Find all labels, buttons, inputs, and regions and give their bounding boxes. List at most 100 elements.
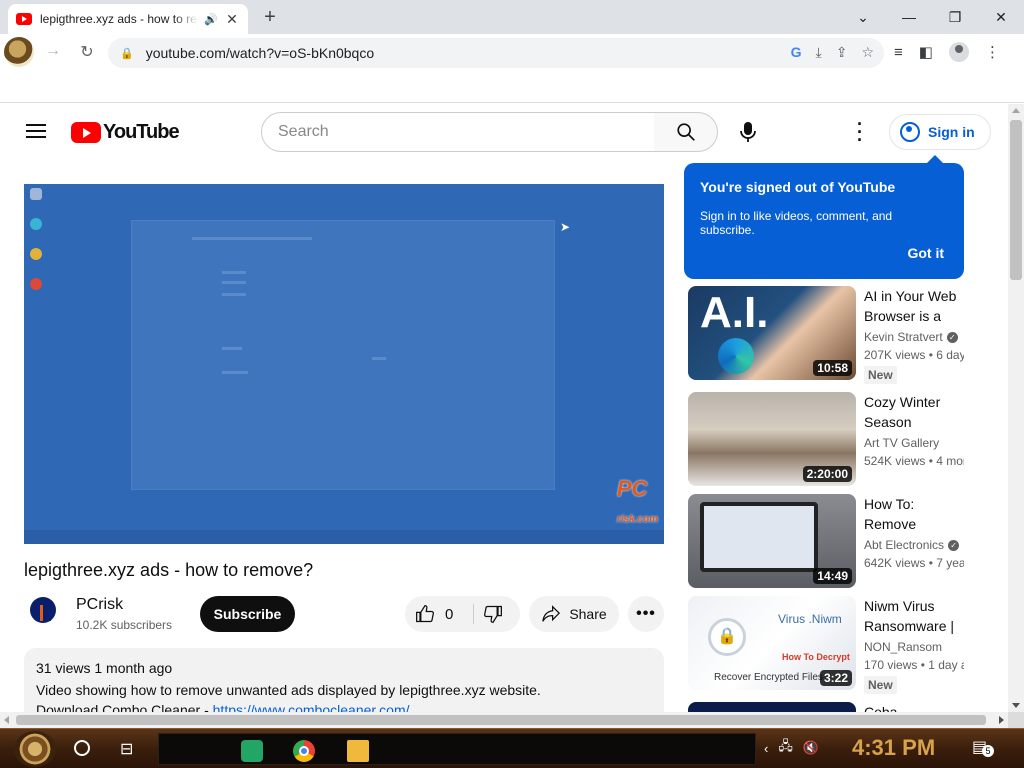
rec-info: Niwm Virus Ransomware | Decrypt NON_Rans… xyxy=(864,596,964,694)
new-tab-button[interactable]: + xyxy=(258,6,282,29)
tab-title: lepigthree.xyz ads - how to remove? xyxy=(40,12,198,26)
reload-icon[interactable]: ↻ xyxy=(76,42,98,62)
rec-title[interactable]: Coba xyxy=(864,702,964,712)
restore-button[interactable]: ❐ xyxy=(932,0,978,34)
rec-title[interactable]: AI in Your Web Browser is a Game Changer xyxy=(864,286,964,326)
recommendation-item[interactable]: A.I. 10:58 AI in Your Web Browser is a G… xyxy=(688,286,988,384)
menu-icon[interactable]: ⋮ xyxy=(985,43,1000,61)
cortana-icon[interactable] xyxy=(74,740,90,756)
sheets-app-icon[interactable] xyxy=(241,740,263,762)
audio-playing-icon[interactable]: 🔊 xyxy=(204,13,218,26)
horizontal-scroll-thumb[interactable] xyxy=(16,715,986,725)
media-queue-icon[interactable]: ≡ xyxy=(894,44,903,61)
taskbar-clock[interactable]: 4:31 PM xyxy=(852,735,935,761)
hamburger-menu-icon[interactable] xyxy=(26,124,46,138)
microphone-icon xyxy=(740,122,756,142)
windows-taskbar: ⊟ ‹ 🖧 🔇 4:31 PM ▤ 5 xyxy=(0,728,1024,768)
recommendation-item[interactable]: 2:20:00 Cozy Winter Season Paintings Art… xyxy=(688,392,988,488)
tray-chevron-icon[interactable]: ‹ xyxy=(764,741,768,756)
rec-channel[interactable]: Kevin Stratvert ✓ xyxy=(864,330,964,344)
vertical-scroll-thumb[interactable] xyxy=(1010,120,1022,280)
tab-search-icon[interactable]: ⌄ xyxy=(840,0,886,34)
duration-badge: 10:58 xyxy=(813,360,852,376)
duration-badge: 14:49 xyxy=(813,568,852,584)
video-thumbnail[interactable]: 14:49 xyxy=(688,494,856,588)
thumbnail-virus-text: Virus .Niwm xyxy=(778,612,842,626)
more-actions-button[interactable]: ••• xyxy=(628,596,664,632)
video-thumbnail[interactable]: 2:20:00 xyxy=(688,392,856,486)
rec-title[interactable]: How To: Remove Malware xyxy=(864,494,964,534)
lock-icon: 🔒 xyxy=(708,618,746,656)
scroll-up-icon[interactable] xyxy=(1012,108,1020,113)
profile-icon[interactable] xyxy=(948,42,969,62)
rec-stats: 207K views • 6 days ago xyxy=(864,348,964,362)
rec-info: How To: Remove Malware Abt Electronics✓ … xyxy=(864,494,964,570)
rec-title[interactable]: Cozy Winter Season Paintings xyxy=(864,392,964,432)
lock-icon[interactable]: 🔒 xyxy=(120,47,134,60)
notification-center-icon[interactable]: ▤ 5 xyxy=(972,737,994,757)
verified-check-icon: ✓ xyxy=(948,539,960,551)
bookmark-star-icon[interactable]: ☆ xyxy=(861,44,874,61)
video-thumbnail[interactable] xyxy=(688,702,856,712)
thumbnail-recover-text: Recover Encrypted Files xyxy=(714,672,823,683)
youtube-header: YouTube Search · · · Sign in xyxy=(0,104,1008,160)
channel-avatar[interactable] xyxy=(30,597,56,623)
got-it-button[interactable]: Got it xyxy=(907,245,944,261)
youtube-logo[interactable]: YouTube xyxy=(71,121,180,144)
like-dislike-group: 0 xyxy=(405,596,520,632)
forward-icon[interactable]: → xyxy=(42,42,64,60)
sidepanel-icon[interactable]: ◧ xyxy=(919,43,933,61)
sign-in-button[interactable]: Sign in xyxy=(889,114,991,150)
rec-stats: 524K views • 4 months ago xyxy=(864,454,964,468)
scroll-left-icon[interactable] xyxy=(4,716,9,724)
extension-eagle-icon[interactable] xyxy=(4,37,34,67)
share-icon[interactable]: ⇪ xyxy=(836,44,848,61)
rec-channel[interactable]: Abt Electronics ✓ xyxy=(864,538,964,552)
search-input[interactable]: Search xyxy=(261,112,655,152)
recommendation-item[interactable]: 14:49 How To: Remove Malware Abt Electro… xyxy=(688,494,988,590)
rec-channel[interactable]: Art TV Gallery xyxy=(864,436,964,450)
network-icon[interactable]: 🖧 xyxy=(778,737,793,759)
close-window-button[interactable]: ✕ xyxy=(978,0,1024,34)
pcrisk-watermark: PC risk.com xyxy=(616,476,658,525)
tab-close-icon[interactable]: ✕ xyxy=(224,11,240,28)
tab-active[interactable]: lepigthree.xyz ads - how to remove? 🔊 ✕ xyxy=(8,4,248,34)
subscribe-button[interactable]: Subscribe xyxy=(200,596,295,632)
omnibox-actions: G ⤓ ⇪ ☆ xyxy=(791,44,874,61)
recommendation-item[interactable]: 🔒 Virus .Niwm How To Decrypt Recover Enc… xyxy=(688,596,988,694)
duration-badge: 2:20:00 xyxy=(802,466,852,482)
start-button[interactable] xyxy=(14,731,56,767)
google-lens-icon[interactable]: G xyxy=(791,44,802,61)
install-icon[interactable]: ⤓ xyxy=(816,44,822,61)
horizontal-scrollbar[interactable] xyxy=(0,712,1008,728)
voice-search-button[interactable] xyxy=(728,112,768,152)
rec-channel[interactable]: NON_Ransom xyxy=(864,640,964,654)
toolbar-right: ≡ ◧ ⋮ xyxy=(894,42,1000,62)
task-view-icon[interactable]: ⊟ xyxy=(120,739,133,759)
scroll-down-icon[interactable] xyxy=(1012,703,1020,708)
minimize-button[interactable]: — xyxy=(886,0,932,34)
share-button[interactable]: Share xyxy=(529,596,619,632)
video-thumbnail[interactable]: 🔒 Virus .Niwm How To Decrypt Recover Enc… xyxy=(688,596,856,690)
video-player[interactable]: ➤ PC risk.com xyxy=(24,184,664,544)
dislike-button[interactable] xyxy=(483,604,503,629)
file-explorer-icon[interactable] xyxy=(347,740,369,762)
recommendation-item[interactable]: Coba xyxy=(688,702,988,712)
rec-title[interactable]: Niwm Virus Ransomware | Decrypt xyxy=(864,596,964,636)
subscriber-count: 10.2K subscribers xyxy=(76,618,173,632)
video-thumbnail[interactable]: A.I. 10:58 xyxy=(688,286,856,380)
search-button[interactable] xyxy=(654,112,718,152)
share-arrow-icon xyxy=(542,605,561,622)
edge-desktop-icon xyxy=(30,218,42,230)
address-bar[interactable]: 🔒 youtube.com/watch?v=oS-bKn0bqco G ⤓ ⇪ … xyxy=(108,38,884,68)
settings-more-icon[interactable]: · · · xyxy=(850,115,870,149)
volume-muted-icon[interactable]: 🔇 xyxy=(803,740,819,756)
chrome-app-icon[interactable] xyxy=(293,740,315,762)
vertical-scrollbar[interactable] xyxy=(1008,104,1024,712)
channel-name[interactable]: PCrisk xyxy=(76,596,123,614)
like-separator xyxy=(473,604,474,624)
youtube-play-icon xyxy=(71,122,101,143)
url-text[interactable]: youtube.com/watch?v=oS-bKn0bqco xyxy=(146,45,374,61)
like-button[interactable]: 0 xyxy=(415,604,453,624)
scroll-right-icon[interactable] xyxy=(999,716,1004,724)
